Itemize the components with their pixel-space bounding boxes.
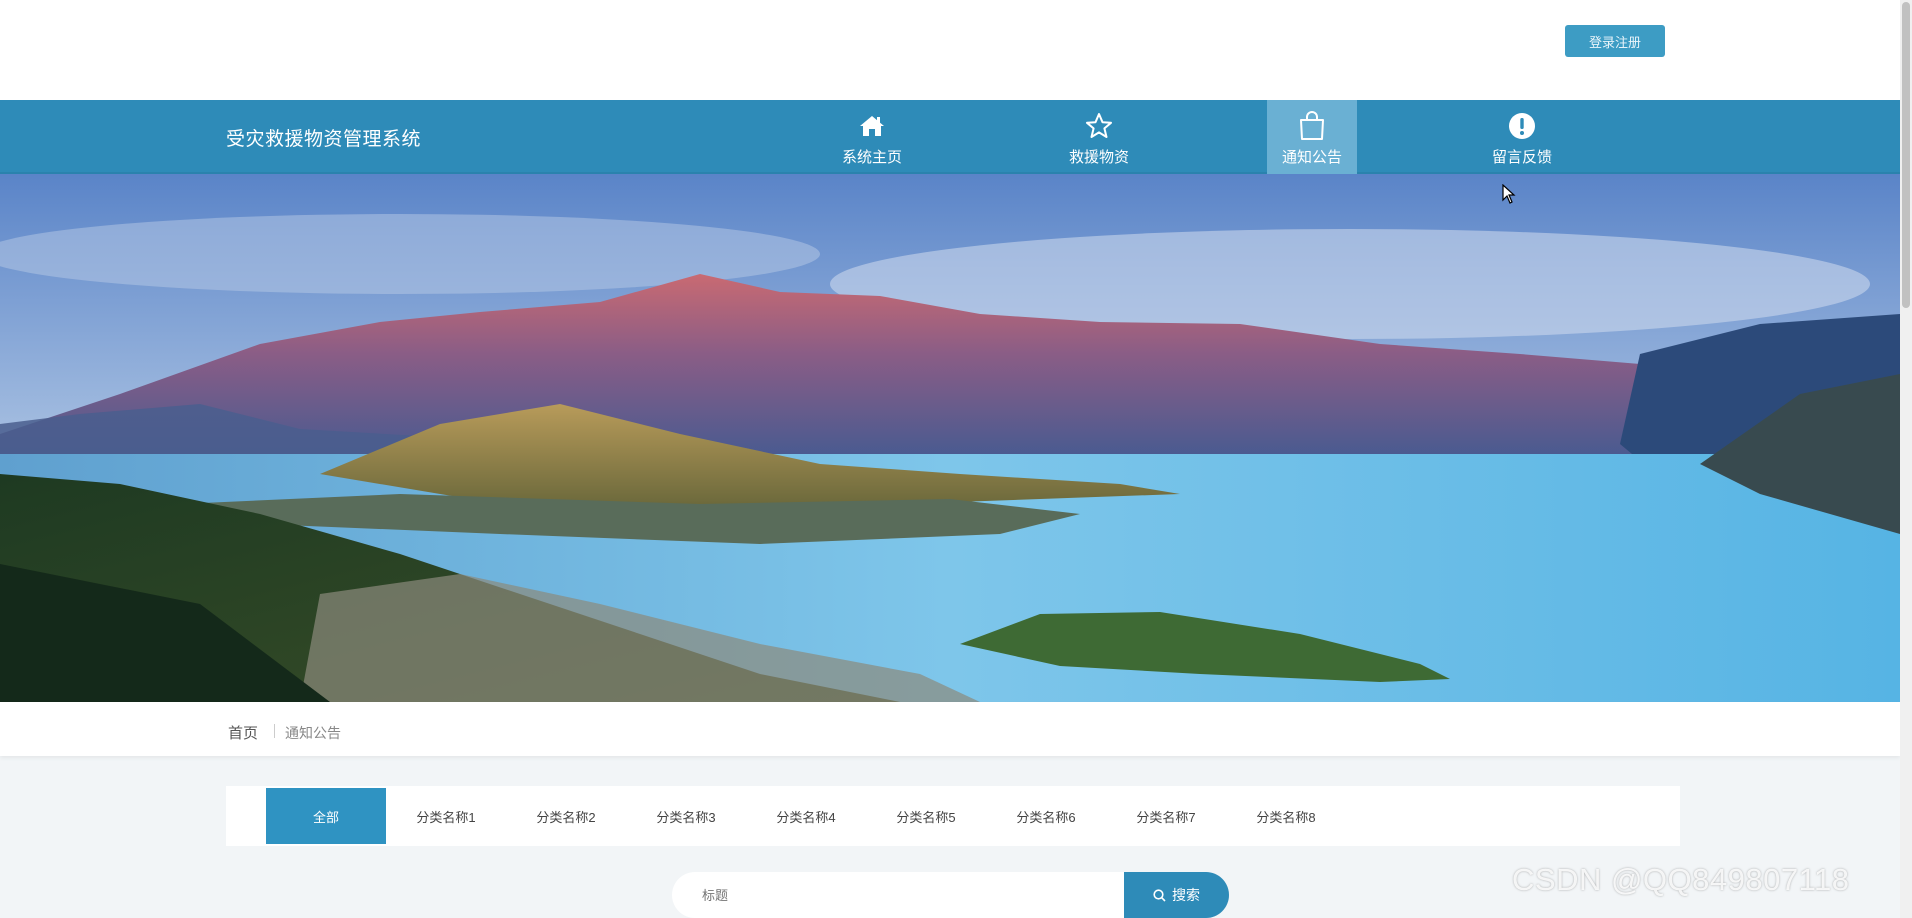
category-tab-7[interactable]: 分类名称7 (1106, 788, 1226, 844)
category-tab-1[interactable]: 分类名称1 (386, 788, 506, 844)
star-icon (1083, 110, 1115, 142)
nav-item-feedback[interactable]: 留言反馈 (1477, 100, 1567, 174)
breadcrumb-current: 通知公告 (285, 725, 341, 741)
breadcrumb-home-link[interactable]: 首页 (228, 722, 258, 743)
nav-label: 救援物资 (1068, 149, 1129, 166)
mouse-cursor-icon (1502, 184, 1516, 204)
nav-item-home[interactable]: 系统主页 (827, 100, 917, 174)
category-tab-5[interactable]: 分类名称5 (866, 788, 986, 844)
category-tabs: 全部 分类名称1 分类名称2 分类名称3 分类名称4 分类名称5 分类名称6 分… (226, 786, 1680, 846)
nav-label: 留言反馈 (1491, 149, 1552, 166)
search-input[interactable] (672, 872, 1124, 918)
site-title: 受灾救援物资管理系统 (226, 129, 422, 150)
csdn-watermark: CSDN @QQ849807118 (1512, 862, 1850, 897)
search-button-label: 搜索 (1172, 887, 1200, 903)
search-icon (1153, 888, 1166, 902)
search-button[interactable]: 搜索 (1124, 872, 1229, 918)
shopping-bag-icon (1296, 110, 1328, 142)
breadcrumb: 首页 通知公告 (0, 702, 1900, 756)
exclamation-circle-icon (1506, 110, 1538, 142)
page-scrollbar[interactable] (1900, 0, 1912, 918)
category-tab-6[interactable]: 分类名称6 (986, 788, 1106, 844)
breadcrumb-divider (274, 724, 275, 738)
category-tab-2[interactable]: 分类名称2 (506, 788, 626, 844)
hero-banner-image (0, 174, 1900, 702)
nav-item-supplies[interactable]: 救援物资 (1054, 100, 1144, 174)
nav-item-notice[interactable]: 通知公告 (1267, 100, 1357, 174)
home-icon (856, 110, 888, 142)
nav-label: 通知公告 (1281, 149, 1342, 166)
category-tab-4[interactable]: 分类名称4 (746, 788, 866, 844)
scrollbar-thumb[interactable] (1902, 2, 1910, 308)
top-header: 登录注册 (0, 0, 1900, 100)
category-tab-all[interactable]: 全部 (266, 788, 386, 844)
login-register-button[interactable]: 登录注册 (1565, 25, 1665, 57)
nav-label: 系统主页 (841, 149, 902, 166)
main-navbar: 受灾救援物资管理系统 系统主页 救援物资 通知公告 留言反馈 (0, 100, 1900, 174)
category-tab-3[interactable]: 分类名称3 (626, 788, 746, 844)
category-tab-8[interactable]: 分类名称8 (1226, 788, 1346, 844)
